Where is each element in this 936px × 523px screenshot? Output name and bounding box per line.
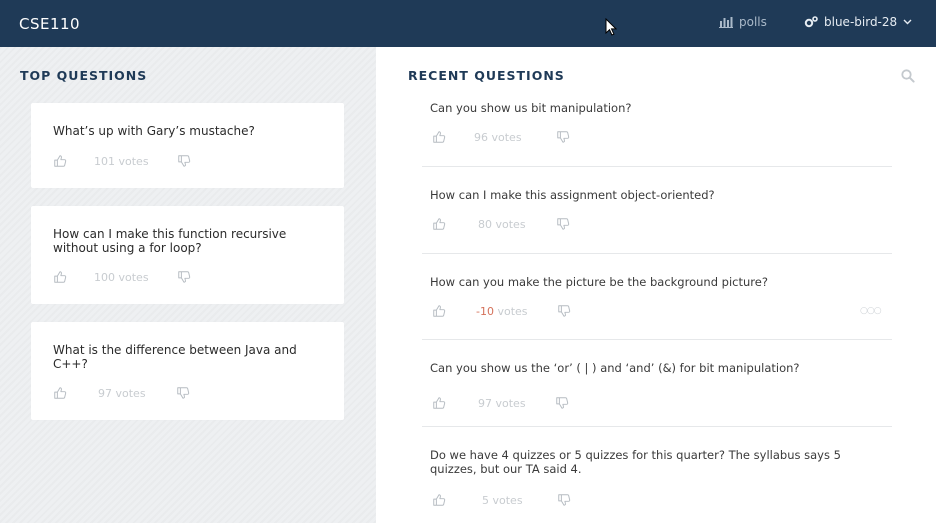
bar-chart-icon bbox=[719, 17, 733, 28]
divider bbox=[422, 426, 892, 427]
user-menu[interactable]: blue-bird-28 bbox=[804, 15, 912, 29]
vote-controls: 97 votes bbox=[53, 385, 190, 401]
mouse-cursor-icon bbox=[605, 18, 617, 36]
question-text: What’s up with Gary’s mustache? bbox=[53, 124, 255, 138]
vote-count: 97 votes bbox=[98, 386, 146, 400]
thumbs-down-icon[interactable] bbox=[176, 386, 190, 400]
thumbs-up-icon[interactable] bbox=[53, 270, 67, 284]
top-questions-panel: TOP QUESTIONS What’s up with Gary’s must… bbox=[0, 47, 376, 523]
vote-controls: 97 votes bbox=[432, 395, 569, 411]
recent-questions-panel: RECENT QUESTIONS Can you show us bit man… bbox=[376, 47, 936, 523]
vote-controls: -10 votes bbox=[432, 303, 571, 319]
thumbs-down-icon[interactable] bbox=[177, 270, 191, 284]
thumbs-down-icon[interactable] bbox=[177, 154, 191, 168]
gears-icon bbox=[804, 16, 818, 28]
question-text: How can I make this assignment object-or… bbox=[430, 188, 715, 202]
thumbs-down-icon[interactable] bbox=[555, 396, 569, 410]
divider bbox=[422, 166, 892, 167]
top-questions-heading: TOP QUESTIONS bbox=[20, 68, 148, 83]
question-text: How can you make the picture be the back… bbox=[430, 275, 768, 289]
vote-count: 101 votes bbox=[94, 154, 149, 168]
chevron-down-icon bbox=[903, 19, 912, 25]
ellipsis-icon[interactable]: ○○○ bbox=[860, 306, 882, 316]
thumbs-up-icon[interactable] bbox=[53, 154, 67, 168]
top-question-card[interactable]: How can I make this function recursive w… bbox=[31, 206, 344, 304]
username: blue-bird-28 bbox=[824, 15, 898, 29]
thumbs-up-icon[interactable] bbox=[53, 386, 67, 400]
recent-questions-heading: RECENT QUESTIONS bbox=[408, 68, 565, 83]
thumbs-up-icon[interactable] bbox=[432, 217, 446, 231]
thumbs-down-icon[interactable] bbox=[557, 493, 571, 507]
divider bbox=[422, 339, 892, 340]
top-question-card[interactable]: What is the difference between Java and … bbox=[31, 322, 344, 420]
thumbs-down-icon[interactable] bbox=[557, 304, 571, 318]
vote-count: 80 votes bbox=[478, 217, 526, 231]
thumbs-down-icon[interactable] bbox=[556, 217, 570, 231]
course-title[interactable]: CSE110 bbox=[19, 15, 80, 33]
question-text: What is the difference between Java and … bbox=[53, 343, 297, 371]
thumbs-up-icon[interactable] bbox=[432, 493, 446, 507]
vote-controls: 100 votes bbox=[53, 269, 191, 285]
question-text: Do we have 4 quizzes or 5 quizzes for th… bbox=[430, 448, 841, 476]
divider bbox=[422, 253, 892, 254]
polls-label: polls bbox=[739, 15, 767, 29]
vote-count: 5 votes bbox=[482, 493, 523, 507]
vote-count: 96 votes bbox=[474, 130, 522, 144]
thumbs-up-icon[interactable] bbox=[432, 130, 446, 144]
top-navbar: CSE110 polls blue-bird-28 bbox=[0, 0, 936, 47]
top-question-card[interactable]: What’s up with Gary’s mustache? 101 vote… bbox=[31, 103, 344, 188]
vote-controls: 80 votes bbox=[432, 216, 570, 232]
thumbs-up-icon[interactable] bbox=[432, 304, 446, 318]
search-icon[interactable] bbox=[901, 69, 915, 83]
thumbs-down-icon[interactable] bbox=[556, 130, 570, 144]
question-text: Can you show us bit manipulation? bbox=[430, 101, 632, 115]
vote-controls: 101 votes bbox=[53, 153, 191, 169]
vote-count: 97 votes bbox=[478, 396, 526, 410]
thumbs-up-icon[interactable] bbox=[432, 396, 446, 410]
question-text: How can I make this function recursive w… bbox=[53, 227, 287, 255]
vote-controls: 96 votes bbox=[432, 129, 570, 145]
vote-controls: 5 votes bbox=[432, 492, 571, 508]
polls-link[interactable]: polls bbox=[719, 15, 767, 29]
question-text: Can you show us the ‘or’ ( | ) and ‘and’… bbox=[430, 361, 800, 375]
vote-count: -10 votes bbox=[476, 304, 528, 318]
vote-count: 100 votes bbox=[94, 270, 149, 284]
